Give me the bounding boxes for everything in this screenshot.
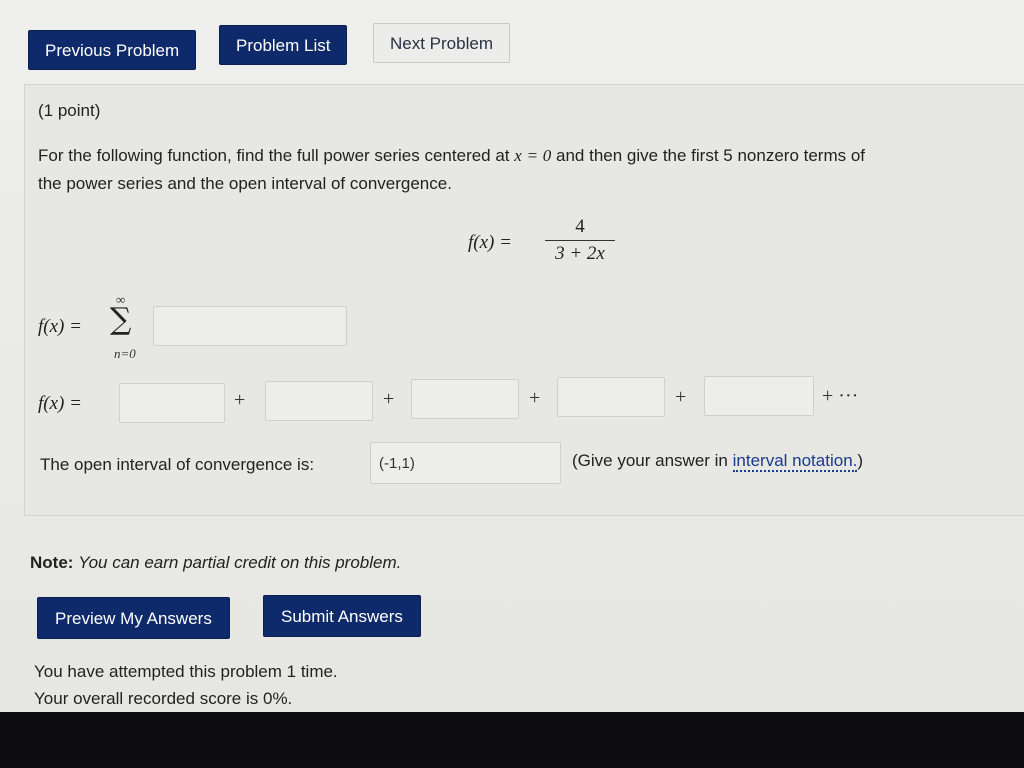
interval-label: The open interval of convergence is: — [40, 455, 315, 474]
problem-statement-line1: For the following function, find the ful… — [38, 146, 865, 166]
term-4-input[interactable] — [557, 377, 665, 417]
term-5-input[interactable] — [704, 376, 814, 416]
attempts-text: You have attempted this problem 1 time. — [34, 662, 338, 681]
interval-hint: (Give your answer in interval notation.) — [572, 451, 864, 472]
statement-text-a: For the following function, find the ful… — [38, 146, 510, 165]
series-lhs: f(x) = — [38, 316, 82, 337]
sum-lower-limit: n=0 — [114, 346, 136, 361]
score-text: Your overall recorded score is 0%. — [34, 689, 293, 708]
power-series-input[interactable] — [153, 306, 347, 346]
previous-problem-button[interactable]: Previous Problem — [28, 30, 197, 70]
fraction-numerator: 4 — [575, 216, 585, 237]
term-2-input[interactable] — [265, 381, 373, 421]
plus-sign: + — [675, 386, 687, 408]
interval-notation-link[interactable]: interval notation. — [732, 451, 858, 472]
browser-viewport: Previous Problem Problem List Next Probl… — [0, 0, 1024, 712]
hint-text-b: ) — [857, 451, 864, 470]
fraction-denominator: 3 + 2x — [555, 243, 605, 264]
statement-zero: 0 — [542, 146, 552, 165]
hint-text-a: (Give your answer in — [572, 451, 733, 470]
problem-points: (1 point) — [38, 101, 101, 120]
note-text: You can earn partial credit on this prob… — [78, 553, 402, 572]
fraction-bar — [545, 240, 615, 241]
term-3-input[interactable] — [411, 379, 519, 419]
sigma-icon: ∑ — [110, 302, 132, 337]
statement-text-b: and then give the first 5 nonzero terms … — [556, 146, 866, 165]
function-fraction: 4 3 + 2x — [545, 216, 615, 265]
submit-answers-button[interactable]: Submit Answers — [263, 595, 421, 637]
statement-eq: = — [526, 146, 539, 165]
terms-lhs: f(x) = — [38, 393, 82, 414]
series-tail: + ··· — [822, 385, 859, 407]
monitor-bezel — [0, 712, 1024, 768]
plus-sign: + — [234, 389, 246, 411]
statement-x-var: x — [514, 146, 522, 165]
note-label: Note: — [30, 553, 74, 572]
problem-statement-line2: the power series and the open interval o… — [38, 174, 452, 193]
problem-list-button[interactable]: Problem List — [219, 25, 348, 65]
partial-credit-note: Note: You can earn partial credit on thi… — [30, 553, 401, 573]
preview-answers-button[interactable]: Preview My Answers — [37, 597, 230, 639]
interval-input[interactable] — [370, 442, 561, 484]
term-1-input[interactable] — [119, 383, 225, 423]
function-lhs: f(x) = — [468, 232, 512, 253]
plus-sign: + — [529, 387, 541, 409]
next-problem-button[interactable]: Next Problem — [373, 23, 510, 63]
plus-sign: + — [383, 388, 395, 410]
